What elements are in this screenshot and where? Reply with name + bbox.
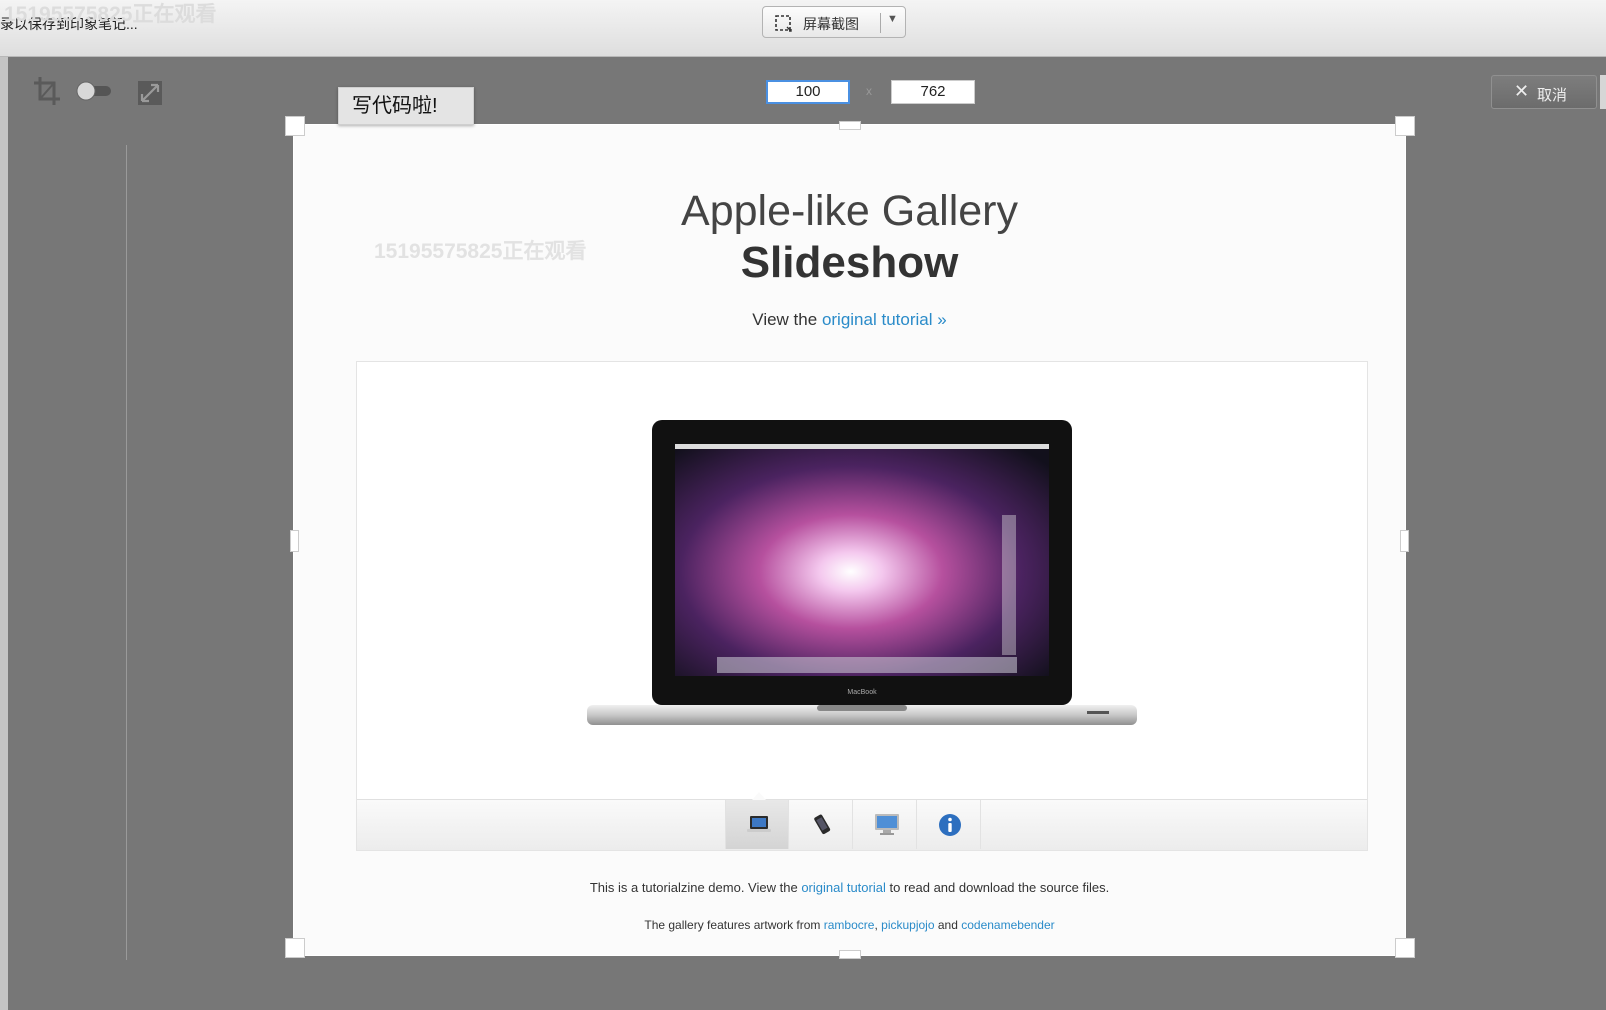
active-pointer-icon xyxy=(752,792,766,800)
dropdown-arrow-icon[interactable]: ▼ xyxy=(887,13,898,25)
phone-icon xyxy=(814,814,831,835)
page-subtitle: Slideshow xyxy=(740,238,959,287)
gallery-slideshow: MacBook xyxy=(356,361,1368,851)
tutorial-prefix: View the xyxy=(752,310,818,329)
resize-handle-right[interactable] xyxy=(1400,530,1409,552)
resize-handle-top[interactable] xyxy=(839,121,861,130)
credit-comma: , xyxy=(874,918,878,932)
left-edge xyxy=(0,57,8,1010)
crop-icon[interactable] xyxy=(32,75,62,107)
watermark: 15195575825正在观看 xyxy=(4,3,217,26)
credit-codenamebender-link[interactable]: codenamebender xyxy=(961,918,1054,932)
monitor-icon xyxy=(875,814,899,835)
resize-handle-top-right[interactable] xyxy=(1395,116,1415,136)
tutorial-line: View the original tutorial » xyxy=(294,310,1405,330)
width-input[interactable]: 100 xyxy=(766,80,850,104)
region-select-icon xyxy=(775,15,792,32)
footer2-prefix: The gallery features artwork from xyxy=(644,918,821,932)
selection-region[interactable]: 15195575825正在观看 15195575825正在观看 Apple-li… xyxy=(285,116,1415,959)
cancel-button[interactable]: ✕ 取消 xyxy=(1491,75,1597,109)
divider xyxy=(880,13,881,33)
toggle-switch[interactable] xyxy=(75,80,115,102)
height-input[interactable]: 762 xyxy=(891,80,975,104)
cancel-label: 取消 xyxy=(1537,87,1568,104)
nav-laptop[interactable] xyxy=(725,800,789,849)
laptop-icon xyxy=(747,816,771,832)
close-icon: ✕ xyxy=(1514,81,1530,101)
nav-monitor[interactable] xyxy=(853,800,917,849)
footer-tutorial-link[interactable]: original tutorial xyxy=(801,880,886,895)
macbook-image: MacBook xyxy=(587,420,1137,725)
footer-line-2: The gallery features artwork from ramboc… xyxy=(294,918,1405,932)
footer-line-1: This is a tutorialzine demo. View the or… xyxy=(294,880,1405,895)
dimension-separator: x xyxy=(866,84,872,98)
credit-rambocre-link[interactable]: rambocre xyxy=(824,918,875,932)
gallery-nav xyxy=(357,792,1367,850)
right-edge xyxy=(1600,75,1606,109)
mode-label: 屏幕截图 xyxy=(803,16,859,32)
resize-handle-bottom[interactable] xyxy=(839,950,861,959)
resize-handle-bottom-right[interactable] xyxy=(1395,938,1415,958)
credit-and: and xyxy=(937,918,958,932)
resize-handle-left[interactable] xyxy=(290,530,299,552)
annotation-tooltip: 写代码啦! xyxy=(338,87,474,125)
info-icon xyxy=(939,814,961,836)
nav-info[interactable] xyxy=(917,800,981,849)
laptop-brand: MacBook xyxy=(847,689,877,696)
page-title: Apple-like Gallery xyxy=(681,187,1018,235)
guide-line xyxy=(126,145,127,960)
footer1-prefix: This is a tutorialzine demo. View the xyxy=(589,880,798,895)
resize-handle-bottom-left[interactable] xyxy=(285,938,305,958)
footer1-suffix: to read and download the source files. xyxy=(889,880,1110,895)
credit-pickupjojo-link[interactable]: pickupjojo xyxy=(881,918,934,932)
screenshot-mode-button[interactable]: 屏幕截图 ▼ xyxy=(762,6,906,38)
resize-icon[interactable] xyxy=(137,80,163,106)
nav-phone[interactable] xyxy=(789,800,853,849)
resize-handle-top-left[interactable] xyxy=(285,116,305,136)
top-toolbar: 录以保存到印象笔记... 15195575825正在观看 屏幕截图 ▼ xyxy=(0,0,1606,57)
original-tutorial-link[interactable]: original tutorial » xyxy=(822,310,947,329)
